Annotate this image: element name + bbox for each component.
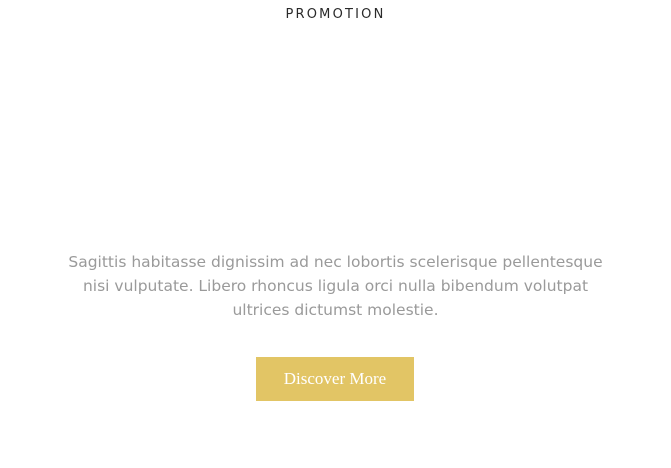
discover-more-button[interactable]: Discover More — [256, 357, 414, 401]
section-eyebrow: PROMOTION — [285, 7, 386, 22]
promotion-description: Sagittis habitasse dignissim ad nec lobo… — [68, 253, 603, 319]
